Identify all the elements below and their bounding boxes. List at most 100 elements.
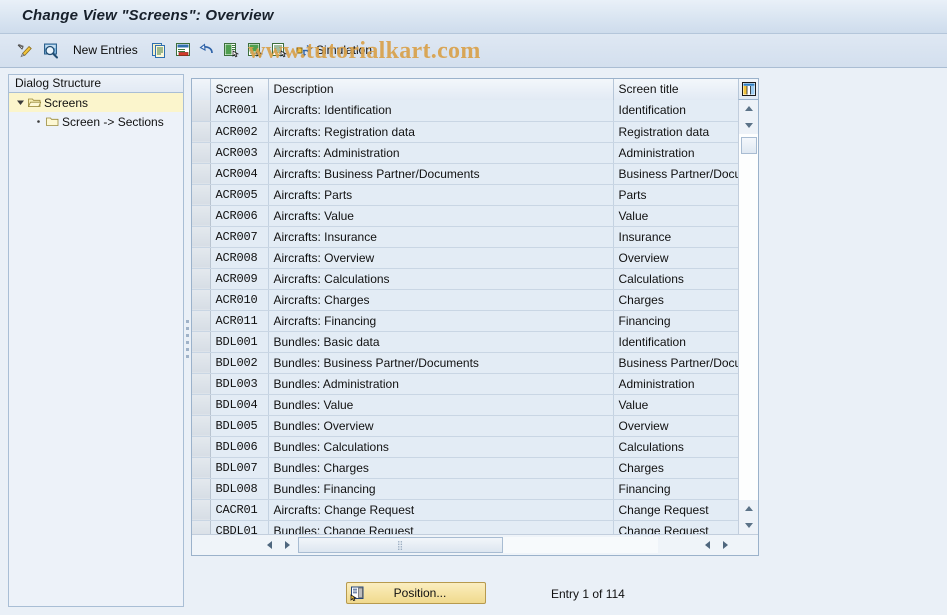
display-details-button[interactable] <box>38 38 64 62</box>
undo-button[interactable] <box>194 38 220 62</box>
cell-description[interactable]: Bundles: Value <box>268 394 614 416</box>
table-row[interactable]: ACR004 Aircrafts: Business Partner/Docum… <box>192 163 739 185</box>
row-select-cell[interactable] <box>192 205 211 227</box>
row-select-cell[interactable] <box>192 289 211 311</box>
select-all-button[interactable] <box>218 38 244 62</box>
cell-description[interactable]: Bundles: Administration <box>268 373 614 395</box>
cell-description[interactable]: Aircrafts: Business Partner/Documents <box>268 163 614 185</box>
cell-screen[interactable]: ACR007 <box>210 226 269 248</box>
row-select-cell[interactable] <box>192 184 211 206</box>
table-row[interactable]: ACR001 Aircrafts: Identification Identif… <box>192 100 739 122</box>
horizontal-scroll-thumb[interactable]: ⣿ <box>298 537 503 553</box>
horizontal-scroll-track[interactable]: ⣿ <box>298 537 658 553</box>
cell-description[interactable]: Aircrafts: Parts <box>268 184 614 206</box>
table-row[interactable]: BDL004 Bundles: Value Value <box>192 394 739 416</box>
splitter-grip[interactable] <box>186 320 189 364</box>
row-select-cell[interactable] <box>192 310 211 332</box>
cell-screen[interactable]: BDL002 <box>210 352 269 374</box>
cell-screen[interactable]: ACR005 <box>210 184 269 206</box>
row-select-cell[interactable] <box>192 268 211 290</box>
cell-screen[interactable]: ACR010 <box>210 289 269 311</box>
cell-description[interactable]: Bundles: Business Partner/Documents <box>268 352 614 374</box>
cell-screen[interactable]: ACR008 <box>210 247 269 269</box>
copy-as-button[interactable] <box>146 38 172 62</box>
table-row[interactable]: CBDL01 Bundles: Change Request Change Re… <box>192 520 739 534</box>
row-select-cell[interactable] <box>192 121 211 143</box>
table-horizontal-scrollbar[interactable]: ⣿ <box>192 534 758 555</box>
row-select-cell[interactable] <box>192 415 211 437</box>
scroll-page-right-button[interactable] <box>718 537 733 553</box>
cell-screen-title[interactable]: Charges <box>613 289 739 311</box>
row-select-cell[interactable] <box>192 457 211 479</box>
cell-screen-title[interactable]: Administration <box>613 373 739 395</box>
cell-description[interactable]: Aircrafts: Financing <box>268 310 614 332</box>
cell-screen[interactable]: ACR003 <box>210 142 269 164</box>
scroll-right-button[interactable] <box>280 537 295 553</box>
cell-description[interactable]: Bundles: Basic data <box>268 331 614 353</box>
cell-screen-title[interactable]: Charges <box>613 457 739 479</box>
table-row[interactable]: BDL002 Bundles: Business Partner/Documen… <box>192 352 739 374</box>
table-row[interactable]: ACR003 Aircrafts: Administration Adminis… <box>192 142 739 164</box>
row-select-cell[interactable] <box>192 163 211 185</box>
column-header-screen-title[interactable]: Screen title <box>613 79 740 101</box>
scroll-up-button[interactable] <box>739 100 758 117</box>
table-row[interactable]: BDL007 Bundles: Charges Charges <box>192 457 739 479</box>
cell-description[interactable]: Bundles: Calculations <box>268 436 614 458</box>
scroll-page-down-button[interactable] <box>739 517 758 534</box>
column-header-screen[interactable]: Screen <box>210 79 269 101</box>
cell-description[interactable]: Aircrafts: Change Request <box>268 499 614 521</box>
cell-screen[interactable]: CACR01 <box>210 499 269 521</box>
scroll-page-left-button[interactable] <box>700 537 715 553</box>
table-row[interactable]: BDL005 Bundles: Overview Overview <box>192 415 739 437</box>
table-row[interactable]: ACR006 Aircrafts: Value Value <box>192 205 739 227</box>
cell-screen-title[interactable]: Business Partner/Docur <box>613 352 739 374</box>
table-settings-button[interactable] <box>738 79 758 100</box>
simulation-button[interactable]: Simulation <box>290 38 376 62</box>
cell-description[interactable]: Aircrafts: Charges <box>268 289 614 311</box>
table-row[interactable]: BDL001 Bundles: Basic data Identificatio… <box>192 331 739 353</box>
table-row[interactable]: BDL008 Bundles: Financing Financing <box>192 478 739 500</box>
sidebar-item-screens[interactable]: Screens <box>9 93 183 112</box>
cell-screen-title[interactable]: Value <box>613 205 739 227</box>
row-select-cell[interactable] <box>192 436 211 458</box>
table-row[interactable]: ACR011 Aircrafts: Financing Financing <box>192 310 739 332</box>
cell-screen-title[interactable]: Overview <box>613 415 739 437</box>
cell-description[interactable]: Bundles: Financing <box>268 478 614 500</box>
table-row[interactable]: ACR007 Aircrafts: Insurance Insurance <box>192 226 739 248</box>
cell-screen-title[interactable]: Financing <box>613 478 739 500</box>
sidebar-item-screen-sections[interactable]: Screen -> Sections <box>9 112 183 131</box>
cell-screen[interactable]: BDL006 <box>210 436 269 458</box>
cell-description[interactable]: Aircrafts: Registration data <box>268 121 614 143</box>
cell-screen-title[interactable]: Parts <box>613 184 739 206</box>
cell-description[interactable]: Aircrafts: Calculations <box>268 268 614 290</box>
cell-screen-title[interactable]: Identification <box>613 331 739 353</box>
row-select-cell[interactable] <box>192 352 211 374</box>
cell-screen[interactable]: BDL004 <box>210 394 269 416</box>
cell-screen[interactable]: ACR006 <box>210 205 269 227</box>
row-select-cell[interactable] <box>192 142 211 164</box>
cell-screen[interactable]: ACR002 <box>210 121 269 143</box>
vertical-scroll-thumb[interactable] <box>740 137 757 154</box>
deselect-all-button[interactable] <box>266 38 292 62</box>
row-select-cell[interactable] <box>192 100 211 122</box>
cell-description[interactable]: Bundles: Overview <box>268 415 614 437</box>
cell-screen[interactable]: ACR001 <box>210 100 269 122</box>
cell-screen-title[interactable]: Business Partner/Docur <box>613 163 739 185</box>
cell-screen[interactable]: ACR011 <box>210 310 269 332</box>
scroll-left-button[interactable] <box>262 537 277 553</box>
scroll-down-button[interactable] <box>739 117 758 134</box>
cell-description[interactable]: Aircrafts: Overview <box>268 247 614 269</box>
cell-description[interactable]: Aircrafts: Insurance <box>268 226 614 248</box>
cell-screen-title[interactable]: Change Request <box>613 499 739 521</box>
cell-screen[interactable]: CBDL01 <box>210 520 269 534</box>
select-all-column-header[interactable] <box>192 79 211 101</box>
row-select-cell[interactable] <box>192 373 211 395</box>
cell-screen-title[interactable]: Calculations <box>613 436 739 458</box>
row-select-cell[interactable] <box>192 331 211 353</box>
scroll-page-up-button[interactable] <box>739 500 758 517</box>
row-select-cell[interactable] <box>192 394 211 416</box>
column-header-description[interactable]: Description <box>268 79 614 101</box>
table-row[interactable]: ACR010 Aircrafts: Charges Charges <box>192 289 739 311</box>
cell-screen[interactable]: BDL007 <box>210 457 269 479</box>
cell-description[interactable]: Bundles: Charges <box>268 457 614 479</box>
